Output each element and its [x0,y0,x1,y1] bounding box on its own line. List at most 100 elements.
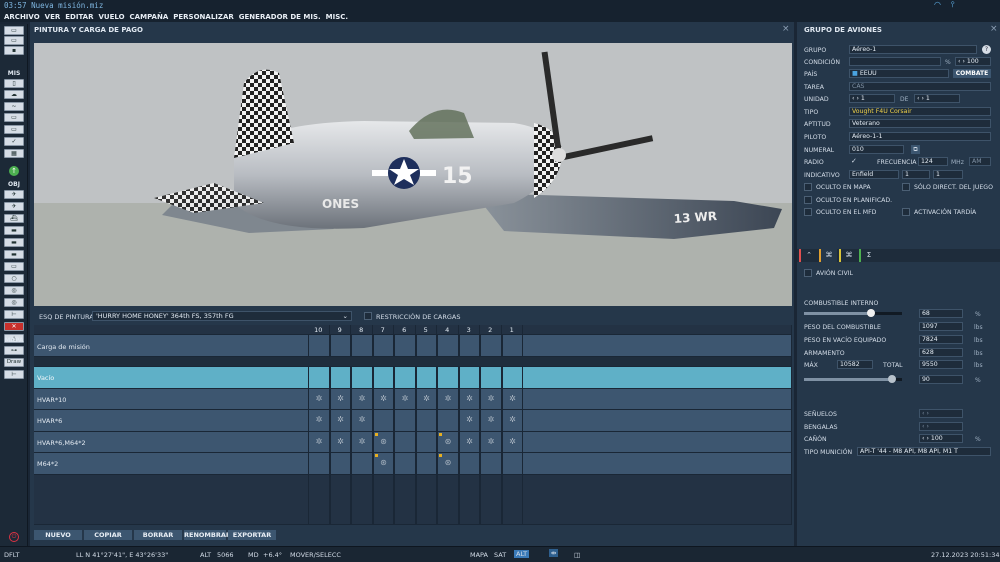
sat-mode-button[interactable]: SAT [494,551,506,559]
payload-cell[interactable]: ✲ [480,388,502,410]
tab-summary-icon[interactable]: Σ [859,249,877,262]
payload-cell[interactable] [351,453,373,475]
draw-button[interactable]: Draw [4,358,24,367]
payload-cell[interactable]: ✲ [329,388,351,410]
am-select[interactable]: AM [969,157,991,166]
numeral-field[interactable]: 010 [849,145,904,154]
payload-cell[interactable] [415,410,437,432]
new-button[interactable]: NUEVO [34,530,82,540]
payload-cell[interactable] [501,367,523,389]
payload-cell[interactable] [394,453,416,475]
unidad-stepper[interactable]: ‹ › 1 [849,94,895,103]
save-icon[interactable]: ▪ [4,46,24,55]
menu-ver[interactable]: VER [45,13,61,21]
template-icon[interactable]: ○ [4,274,24,283]
measure-icon[interactable]: ⊢ [4,370,24,379]
check-avion-civil[interactable] [804,269,812,277]
new-file-icon[interactable]: ▭ [4,26,24,35]
combate-button[interactable]: COMBATE [953,69,991,78]
payload-cell[interactable] [329,453,351,475]
payload-cell[interactable]: ✲ [501,410,523,432]
helicopter-icon[interactable]: ✈ [4,202,24,211]
payload-cell[interactable] [351,367,373,389]
static-icon[interactable]: ▬ [4,238,24,247]
alt-mode-button[interactable]: ALT [514,550,530,558]
delete-button[interactable]: BORRAR [134,530,182,540]
payload-cell[interactable] [372,367,394,389]
tipo-mun-select[interactable]: API-T '44 - M8 API, M8 API, M1 T [857,447,991,456]
zone-icon[interactable]: ▭ [4,262,24,271]
menu-misc[interactable]: MISC. [326,13,348,21]
payload-cell[interactable] [308,367,330,389]
copy-button[interactable]: COPIAR [84,530,132,540]
menu-editar[interactable]: EDITAR [65,13,93,21]
copy-icon[interactable]: ⧉ [911,145,920,154]
payload-cell[interactable]: ✲ [501,388,523,410]
add-group-icon[interactable]: ↑ [9,166,19,176]
vehicle-icon[interactable]: ▬ [4,226,24,235]
check-oculto-mapa[interactable] [804,183,812,191]
payload-cell[interactable] [480,367,502,389]
mission-load-cell[interactable] [501,335,523,357]
payload-cell[interactable] [458,453,480,475]
help-icon[interactable]: ? [982,45,991,54]
slider2-handle[interactable] [888,375,897,383]
payload-cell[interactable] [458,367,480,389]
weather-icon[interactable]: ☁ [4,90,24,99]
payload-cell[interactable]: ✲ [394,388,416,410]
payload-cell[interactable]: ✲ [458,431,480,453]
pais-select[interactable]: ■ EEUU [849,69,949,78]
canon-stepper[interactable]: ‹ › 100 [919,434,963,443]
payload-cell[interactable] [372,410,394,432]
payload-cell[interactable]: ⊛ [437,431,459,453]
payload-cell[interactable] [415,431,437,453]
payload-cell[interactable]: ✲ [308,410,330,432]
mission-load-cell[interactable] [351,335,373,357]
tab-tasks-icon[interactable]: ⌘ [839,249,857,262]
radio-checkbox[interactable]: ✓ [851,157,857,165]
mission-load-cell[interactable] [437,335,459,357]
payload-cell[interactable]: ✲ [351,388,373,410]
nav-point-icon[interactable]: ◎ [4,286,24,295]
payload-cell[interactable] [415,453,437,475]
mission-load-cell[interactable] [308,335,330,357]
payload-cell[interactable] [437,367,459,389]
mission-load-cell[interactable] [372,335,394,357]
condicion-stepper[interactable]: ‹ › 100 [955,57,991,66]
indicativo-num2[interactable]: 1 [933,170,963,179]
payload-cell[interactable]: ⊛ [437,453,459,475]
delete-icon[interactable]: ✕ [4,322,24,331]
goals-icon[interactable]: ▭ [4,125,24,134]
grupo-field[interactable]: Aéreo-1 [849,45,977,54]
payload-cell[interactable]: ⊛ [372,453,394,475]
wind-icon[interactable]: ~ [4,102,24,111]
indicativo-select[interactable]: Enfield [849,170,899,179]
bengalas-stepper[interactable]: ‹ › [919,422,963,431]
tarea-select[interactable]: CAS [849,82,991,91]
payload-cell[interactable]: ✲ [458,410,480,432]
menu-vuelo[interactable]: VUELO [99,13,125,21]
menu-archivo[interactable]: ARCHIVO [4,13,40,21]
fuel-slider-handle[interactable] [866,309,875,317]
ruler-icon[interactable]: ⊢ [4,310,24,319]
payload-cell[interactable]: ✲ [351,431,373,453]
payload-cell[interactable]: ✲ [308,431,330,453]
close-icon[interactable]: × [782,24,790,34]
settings-icon[interactable]: ◫ [574,551,580,559]
layers-icon[interactable]: ⇹ [549,549,559,557]
menu-campana[interactable]: CAMPAÑA [130,13,169,21]
mission-load-cell[interactable] [415,335,437,357]
rename-button[interactable]: RENOMBRAR [184,530,231,540]
payload-cell[interactable]: ✲ [480,410,502,432]
piloto-field[interactable]: Aéreo-1-1 [849,132,991,141]
senuelos-stepper[interactable]: ‹ › [919,409,963,418]
close-icon[interactable]: × [990,24,998,34]
payload-cell[interactable] [394,367,416,389]
payload-cell[interactable]: ✲ [415,388,437,410]
map-mode-button[interactable]: MAPA [470,551,488,559]
fuel-pct-field[interactable]: 68 [919,309,963,318]
mode-select[interactable]: DFLT [4,551,19,559]
structure-icon[interactable]: ▬ [4,250,24,259]
check-activacion-tardia[interactable] [902,208,910,216]
payload-cell[interactable]: ✲ [437,388,459,410]
